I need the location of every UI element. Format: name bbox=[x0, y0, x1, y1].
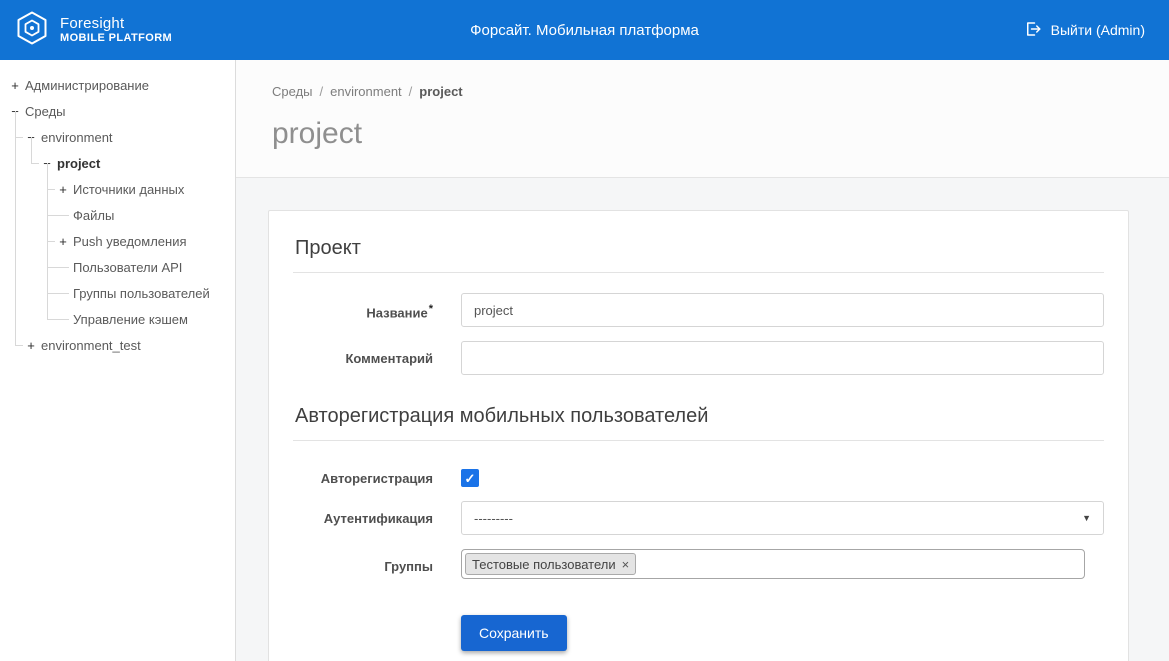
form-row-autoregistration: Авторегистрация ✓ bbox=[293, 461, 1104, 487]
comment-control bbox=[461, 341, 1104, 375]
required-asterisk: * bbox=[428, 303, 433, 315]
authentication-label: Аутентификация bbox=[323, 511, 433, 526]
tree-children: + Источники данных Файлы + Push уведомле… bbox=[40, 163, 235, 332]
comment-input[interactable] bbox=[461, 341, 1104, 375]
tree-node-environments: − Среды − environment − project + Источн… bbox=[8, 98, 235, 358]
top-header: Foresight MOBILE PLATFORM Форсайт. Мобил… bbox=[0, 0, 1169, 60]
tree-node-environment: − environment − project + Источники данн… bbox=[15, 111, 235, 332]
tree-node-cache: Управление кэшем bbox=[47, 293, 235, 332]
tree-node-label: Push уведомления bbox=[73, 233, 187, 249]
sidebar-item-api-users[interactable]: Пользователи API bbox=[56, 254, 235, 280]
groups-multiselect[interactable]: Тестовые пользователи × bbox=[461, 549, 1085, 579]
expand-plus-icon[interactable]: + bbox=[56, 234, 70, 249]
sidebar-item-project[interactable]: − project bbox=[40, 150, 235, 176]
save-button[interactable]: Сохранить bbox=[461, 615, 567, 651]
tree-node-api-users: Пользователи API bbox=[47, 241, 235, 280]
page-header: Среды / environment / project project bbox=[236, 60, 1169, 178]
tree-node-label: Файлы bbox=[73, 207, 115, 223]
tree-children: − environment − project + Источники данн… bbox=[8, 111, 235, 358]
logout-label: Выйти (Admin) bbox=[1050, 22, 1145, 38]
expand-plus-icon[interactable]: + bbox=[8, 78, 22, 93]
form-row-comment: Комментарий bbox=[293, 341, 1104, 375]
name-input[interactable] bbox=[461, 293, 1104, 327]
groups-control: Тестовые пользователи × bbox=[461, 549, 1104, 579]
sidebar-item-environments[interactable]: − Среды bbox=[8, 98, 235, 124]
name-label: Название* bbox=[293, 293, 433, 320]
expand-plus-icon[interactable]: + bbox=[56, 182, 70, 197]
logout-button[interactable]: Выйти (Admin) bbox=[1024, 20, 1145, 41]
app-title: Форсайт. Мобильная платформа bbox=[470, 21, 699, 39]
name-label-text: Название bbox=[366, 305, 428, 321]
sidebar-item-cache-management[interactable]: Управление кэшем bbox=[56, 306, 235, 332]
project-form-card: Проект Название* Комментарий bbox=[268, 210, 1129, 661]
tree-node-files: Файлы bbox=[47, 189, 235, 228]
name-control bbox=[461, 293, 1104, 327]
tree-node-administration: + Администрирование bbox=[8, 72, 235, 98]
tree-node-label: environment bbox=[41, 129, 113, 145]
authentication-select-value: --------- bbox=[474, 510, 513, 526]
form-row-groups: Группы Тестовые пользователи × bbox=[293, 549, 1104, 579]
sidebar-item-push-notifications[interactable]: + Push уведомления bbox=[56, 228, 235, 254]
authentication-control: --------- ▼ bbox=[461, 501, 1104, 535]
comment-label: Комментарий bbox=[345, 351, 433, 366]
form-row-name: Название* bbox=[293, 293, 1104, 327]
tree-node-project: − project + Источники данных Файлы + Pus… bbox=[31, 137, 235, 332]
logout-icon bbox=[1024, 20, 1042, 41]
tree-node-label: Пользователи API bbox=[73, 259, 183, 275]
tree-node-label: Среды bbox=[25, 103, 66, 119]
tree-node-label: Группы пользователей bbox=[73, 285, 210, 301]
sidebar-item-user-groups[interactable]: Группы пользователей bbox=[56, 280, 235, 306]
autoregistration-checkbox[interactable]: ✓ bbox=[461, 469, 479, 487]
autoregistration-control: ✓ bbox=[461, 461, 1104, 487]
section-title-project: Проект bbox=[293, 237, 1104, 273]
checkmark-icon: ✓ bbox=[464, 470, 476, 486]
tree-node-environment-test: + environment_test bbox=[15, 319, 235, 358]
tree-node-label: Управление кэшем bbox=[73, 311, 188, 327]
sidebar-item-environment[interactable]: − environment bbox=[24, 124, 235, 150]
breadcrumb-item-environments[interactable]: Среды bbox=[272, 84, 313, 99]
main-content: Среды / environment / project project Пр… bbox=[236, 60, 1169, 661]
tree-node-label: Источники данных bbox=[73, 181, 185, 197]
tree-node-label: Администрирование bbox=[25, 77, 149, 93]
chevron-down-icon: ▼ bbox=[1082, 513, 1091, 523]
remove-tag-icon[interactable]: × bbox=[622, 558, 630, 571]
breadcrumb-separator: / bbox=[408, 84, 413, 99]
breadcrumb-item-environment[interactable]: environment bbox=[330, 84, 402, 99]
nav-tree: + Администрирование − Среды − environmen… bbox=[8, 72, 235, 358]
autoregistration-label: Авторегистрация bbox=[320, 471, 433, 486]
logo-name: Foresight bbox=[60, 15, 125, 33]
foresight-logo-icon bbox=[14, 10, 50, 51]
app-window: Foresight MOBILE PLATFORM Форсайт. Мобил… bbox=[0, 0, 1169, 661]
logo-subtitle: MOBILE PLATFORM bbox=[60, 32, 173, 45]
tree-node-label: project bbox=[57, 155, 101, 171]
tree-node-data-sources: + Источники данных bbox=[47, 163, 235, 202]
breadcrumb-separator: / bbox=[319, 84, 324, 99]
group-tag: Тестовые пользователи × bbox=[465, 553, 637, 575]
groups-label: Группы bbox=[384, 559, 433, 574]
form-row-authentication: Аутентификация --------- ▼ bbox=[293, 501, 1104, 535]
expand-plus-icon[interactable]: + bbox=[24, 338, 38, 353]
breadcrumb-item-current: project bbox=[419, 84, 463, 99]
breadcrumb: Среды / environment / project bbox=[272, 84, 1133, 99]
tree-node-user-groups: Группы пользователей bbox=[47, 267, 235, 306]
page-title: project bbox=[272, 117, 363, 150]
sidebar-nav: + Администрирование − Среды − environmen… bbox=[0, 60, 236, 661]
foresight-logo[interactable]: Foresight MOBILE PLATFORM bbox=[14, 10, 172, 51]
sidebar-item-data-sources[interactable]: + Источники данных bbox=[56, 176, 235, 202]
section-title-autoregistration: Авторегистрация мобильных пользователей bbox=[293, 405, 1104, 441]
sidebar-item-environment-test[interactable]: + environment_test bbox=[24, 332, 235, 358]
group-tag-label: Тестовые пользователи bbox=[472, 556, 616, 572]
logo-text: Foresight MOBILE PLATFORM bbox=[60, 15, 172, 45]
authentication-select[interactable]: --------- ▼ bbox=[461, 501, 1104, 535]
tree-children: − project + Источники данных Файлы + Pus… bbox=[24, 137, 235, 332]
tree-node-push: + Push уведомления bbox=[47, 215, 235, 254]
content-area: Проект Название* Комментарий bbox=[236, 178, 1169, 661]
tree-node-label: environment_test bbox=[41, 337, 141, 353]
sidebar-item-administration[interactable]: + Администрирование bbox=[8, 72, 235, 98]
sidebar-item-files[interactable]: Файлы bbox=[56, 202, 235, 228]
